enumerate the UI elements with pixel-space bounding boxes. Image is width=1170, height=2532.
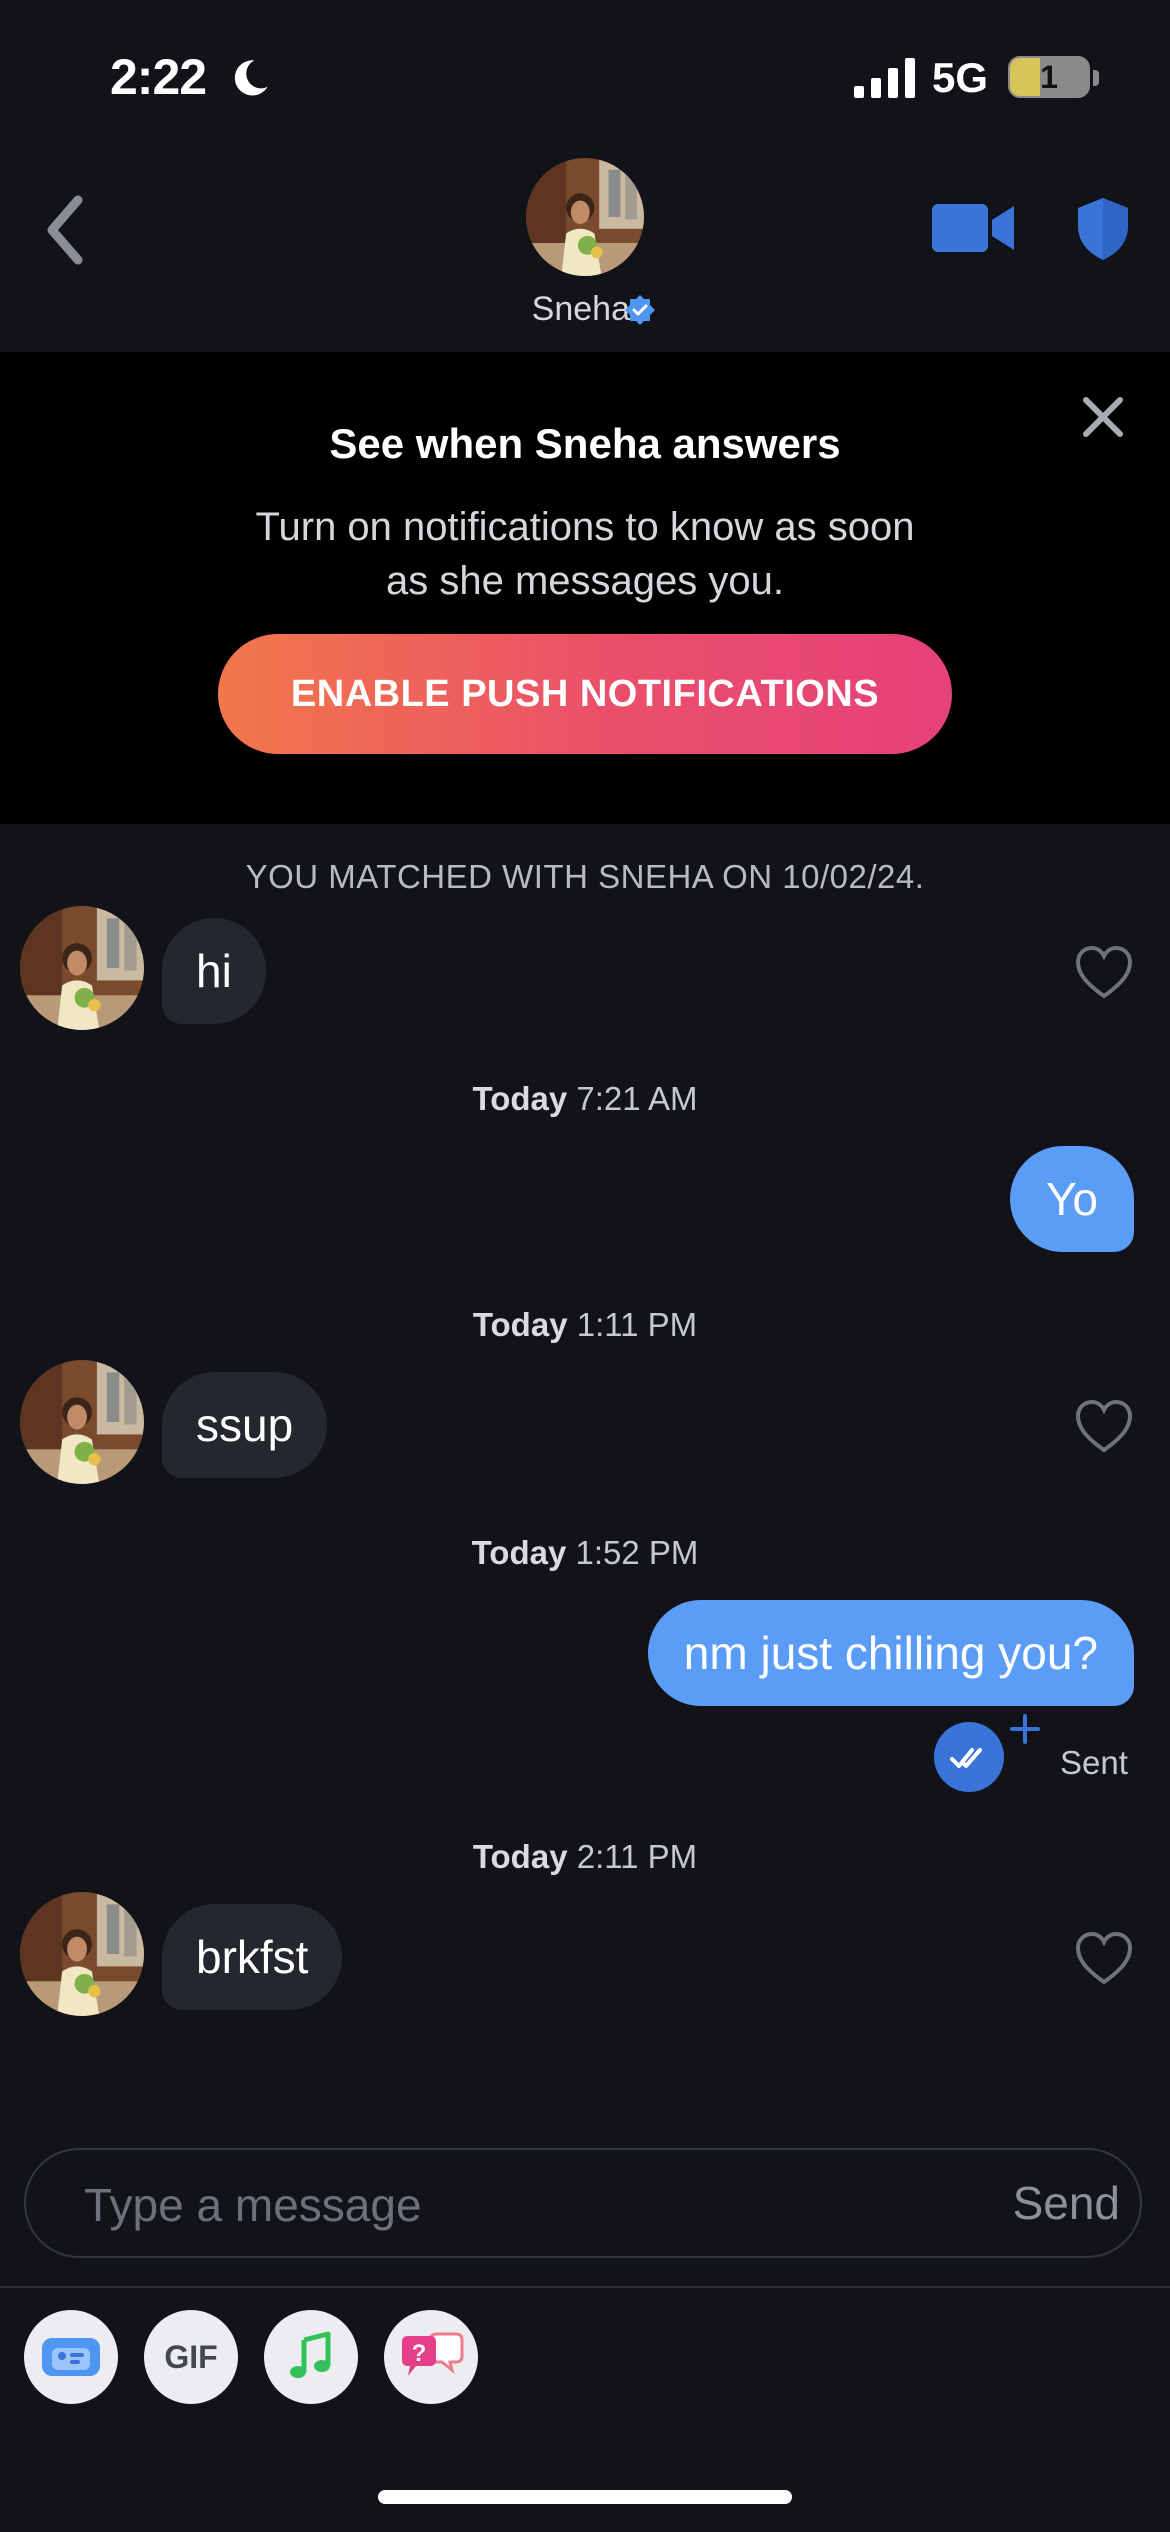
match-avatar[interactable] [526,158,644,276]
id-card-icon [42,2338,100,2376]
banner-body: Turn on notifications to know as soon as… [255,505,915,603]
question-bubbles-icon: ? [402,2332,464,2376]
sender-avatar[interactable] [20,1360,144,1484]
outgoing-message[interactable]: Yo [1009,1146,1134,1252]
like-heart-icon[interactable] [1074,1398,1134,1454]
message-timestamp: Today 1:52 PM [471,1534,699,1571]
signal-icon [854,58,915,98]
svg-text:?: ? [412,2340,427,2367]
message-timestamp: Today 7:21 AM [472,1080,698,1117]
moon-icon [234,60,268,96]
video-call-icon[interactable] [932,200,1014,256]
plus-icon[interactable] [1008,1712,1042,1746]
safety-shield-icon[interactable] [1076,196,1130,262]
status-time: 2:22 [110,49,207,105]
like-heart-icon[interactable] [1074,1930,1134,1986]
gif-button[interactable]: GIF [144,2310,238,2404]
read-receipt-icon[interactable] [934,1722,1004,1792]
message-timestamp: Today 1:11 PM [472,1306,698,1343]
incoming-message[interactable]: ssup [162,1372,328,1478]
sender-avatar[interactable] [20,906,144,1030]
divider [0,2286,1170,2288]
banner-title: See when Sneha answers [329,420,841,467]
matched-date-label: YOU MATCHED WITH SNEHA ON 10/02/24. [245,858,925,895]
home-indicator [378,2490,792,2504]
like-heart-icon[interactable] [1074,944,1134,1000]
sender-avatar[interactable] [20,1892,144,2016]
incoming-message[interactable]: hi [162,918,266,1024]
incoming-message[interactable]: brkfst [162,1904,343,2010]
send-button[interactable]: Send [990,2168,1120,2238]
gif-label: GIF [164,2338,218,2375]
enable-push-notifications-button[interactable]: ENABLE PUSH NOTIFICATIONS [218,634,952,754]
music-note-icon [290,2331,331,2378]
message-timestamp: Today 2:11 PM [472,1838,698,1875]
network-label: 5G [932,54,989,101]
outgoing-message[interactable]: nm just chilling you? [647,1600,1134,1706]
match-name[interactable]: Sneha [470,290,630,329]
battery-cap [1093,70,1099,86]
back-chevron-icon[interactable] [40,190,90,270]
bio-card-button[interactable] [24,2310,118,2404]
questions-game-button[interactable]: ? [384,2310,478,2404]
message-input[interactable] [82,2160,886,2250]
verified-badge-icon [625,295,655,325]
delivery-status: Sent [1060,1744,1128,1781]
music-button[interactable] [264,2310,358,2404]
battery-percent: 1 [1040,59,1058,95]
